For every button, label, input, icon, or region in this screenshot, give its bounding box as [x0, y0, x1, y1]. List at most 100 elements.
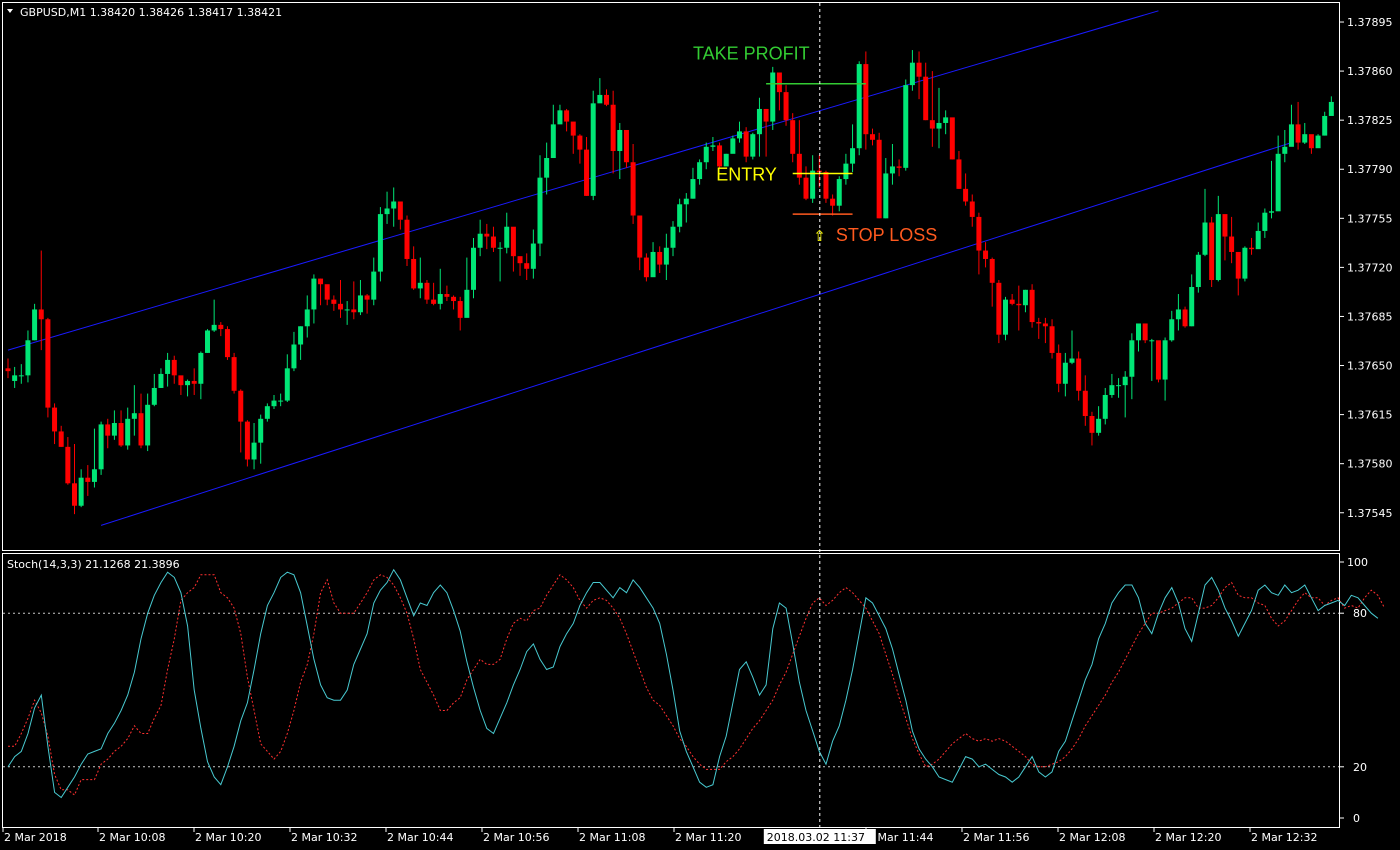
- candle: [404, 215, 410, 266]
- candle-body: [750, 134, 756, 157]
- candle-body: [25, 340, 31, 376]
- candle-body: [776, 72, 782, 93]
- candle-body: [756, 108, 762, 135]
- candle: [98, 421, 104, 475]
- candle-body: [244, 421, 250, 460]
- candle-body: [1102, 394, 1108, 419]
- candle-body: [185, 380, 191, 386]
- time-tick-label: 2 Mar 12:32: [1251, 831, 1317, 844]
- candle-body: [610, 104, 616, 152]
- candle-body: [1003, 299, 1008, 335]
- candle-body: [158, 373, 164, 388]
- candle-body: [623, 129, 629, 163]
- candle-body: [803, 177, 809, 199]
- candle: [823, 170, 829, 203]
- candle-body: [657, 251, 663, 265]
- price-tick-label: 1.37860: [1347, 65, 1393, 78]
- time-tick-label: 2 Mar 11:20: [675, 831, 741, 844]
- candle-body: [331, 299, 337, 304]
- candle-body: [524, 263, 530, 269]
- candle-body: [464, 289, 470, 318]
- price-tick-label: 1.37685: [1347, 310, 1393, 323]
- candle-body: [151, 387, 157, 405]
- candle-body: [38, 309, 44, 320]
- candle-body: [989, 258, 995, 283]
- candle-body: [224, 329, 230, 358]
- candle-body: [1116, 385, 1122, 387]
- candle-body: [404, 219, 410, 259]
- candle-body: [344, 309, 350, 311]
- candle-body: [783, 92, 789, 121]
- candle-body: [490, 236, 496, 248]
- candle: [1209, 216, 1215, 288]
- candle-body: [18, 375, 24, 377]
- candle-body: [251, 442, 257, 460]
- candle-body: [1175, 309, 1181, 320]
- candle-body: [630, 162, 636, 216]
- candle-body: [1049, 326, 1055, 353]
- candle-body: [544, 158, 550, 178]
- candle-body: [637, 215, 643, 258]
- candle-body: [105, 424, 111, 436]
- candle-body: [956, 159, 962, 189]
- price-tick-label: 1.37545: [1347, 507, 1393, 520]
- entry-label: ENTRY: [716, 164, 777, 184]
- candle-body: [45, 319, 51, 408]
- candle-body: [1029, 289, 1035, 323]
- candle: [590, 90, 596, 201]
- candle-body: [52, 407, 58, 432]
- candle-body: [298, 326, 304, 345]
- time-tick-label: 2 Mar 10:44: [387, 831, 453, 844]
- candle-body: [304, 309, 310, 327]
- candle-body: [238, 390, 244, 422]
- price-tick-label: 1.37580: [1347, 458, 1393, 471]
- candle-body: [377, 214, 383, 272]
- candle-body: [1076, 358, 1082, 391]
- candle-body: [730, 138, 736, 154]
- candle-body: [1215, 214, 1221, 281]
- candle: [1242, 246, 1248, 282]
- candle-body: [929, 120, 935, 129]
- candle-body: [1182, 309, 1188, 327]
- candle-body: [231, 357, 237, 391]
- candle-body: [856, 64, 862, 149]
- candle: [1182, 306, 1188, 328]
- trading-chart[interactable]: 1.37895 1.37860 1.37825 1.37790 1.37755 1.377…: [0, 0, 1400, 850]
- candle: [750, 132, 756, 160]
- candle-body: [1288, 124, 1294, 147]
- candle-body: [457, 301, 463, 318]
- candle-body: [617, 129, 623, 152]
- stop-loss-label: STOP LOSS: [836, 225, 937, 245]
- candle-body: [683, 198, 689, 205]
- candle-body: [517, 256, 523, 264]
- candle-body: [417, 282, 423, 289]
- candle-body: [484, 233, 490, 237]
- candle: [1142, 323, 1148, 344]
- up-arrow-icon: ⇧: [813, 227, 826, 245]
- candle-body: [909, 62, 915, 86]
- candle-body: [843, 163, 849, 180]
- candle-body: [1275, 153, 1281, 212]
- candle-body: [590, 103, 596, 196]
- candle-body: [870, 134, 875, 140]
- stochastic-tick-label: 20: [1353, 761, 1367, 774]
- candle-body: [1235, 251, 1241, 279]
- candle-body: [1082, 390, 1088, 417]
- candle-body: [663, 247, 669, 265]
- candle-body: [1262, 212, 1268, 231]
- candle-body: [1282, 146, 1288, 154]
- candle-body: [1242, 247, 1248, 279]
- candle-body: [437, 294, 443, 304]
- candle-body: [1315, 135, 1321, 149]
- candle-body: [550, 124, 556, 159]
- candle-body: [916, 62, 922, 77]
- candle-body: [1016, 303, 1022, 306]
- candle-body: [597, 94, 603, 104]
- candle-body: [1209, 222, 1215, 281]
- indicator-info: Stoch(14,3,3) 21.1268 21.3896: [7, 558, 180, 571]
- candle-body: [883, 173, 889, 219]
- time-tick-label: 2 Mar 10:56: [483, 831, 549, 844]
- candle: [1315, 134, 1321, 149]
- candle-body: [1169, 319, 1175, 341]
- candle-body: [743, 131, 749, 157]
